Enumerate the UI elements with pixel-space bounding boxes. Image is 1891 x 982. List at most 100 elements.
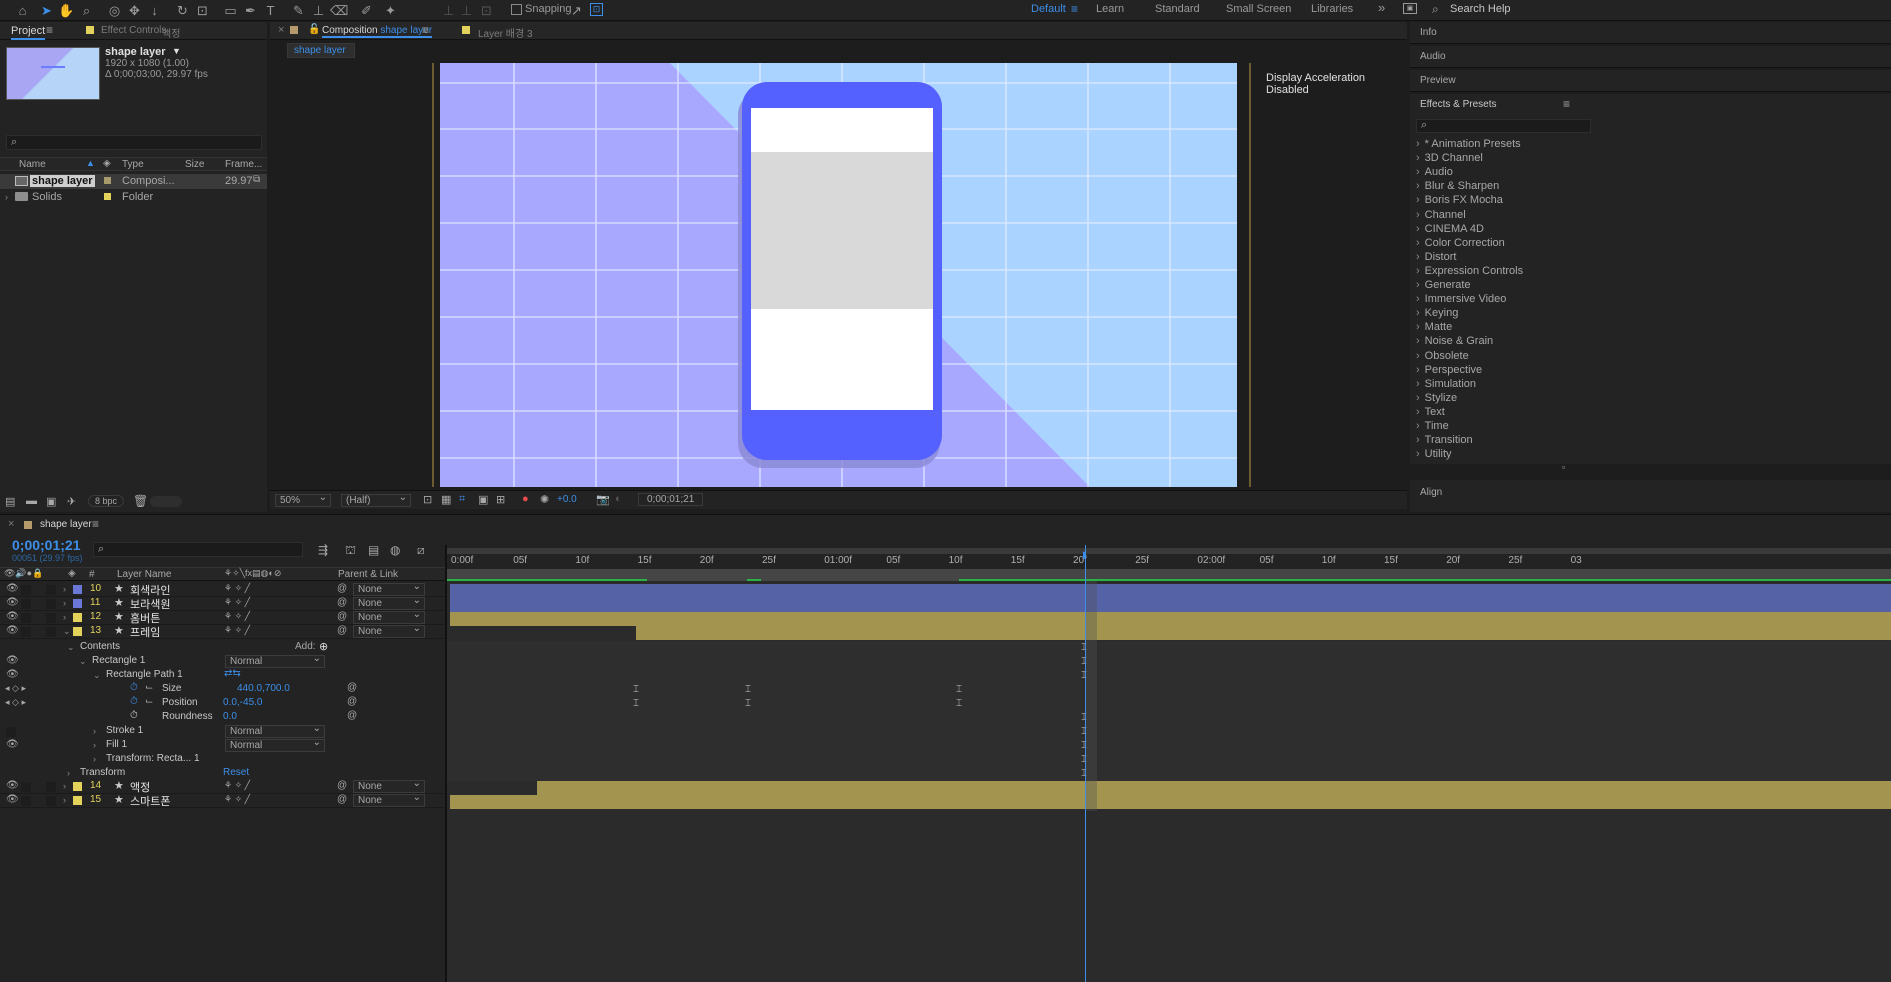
property-value[interactable]: 440.0,700.0	[237, 683, 290, 694]
expression-pickwhip-icon[interactable]: @	[347, 696, 357, 707]
position-keyframe[interactable]: ⌶	[633, 698, 641, 709]
audio-toggle[interactable]	[21, 796, 31, 806]
expand-icon[interactable]: ›	[5, 192, 8, 202]
info-panel[interactable]: Info	[1410, 22, 1891, 44]
anchor-tool-icon[interactable]: ⊡	[194, 2, 211, 19]
tab-project[interactable]: Project	[11, 25, 46, 40]
timeline-search-input[interactable]: ⌕	[93, 542, 303, 557]
search-help-input[interactable]: Search Help	[1450, 3, 1511, 15]
effect-category[interactable]: › * Animation Presets	[1416, 138, 1886, 152]
project-item-row[interactable]: › Solids Folder	[0, 190, 267, 205]
hide-shy-icon[interactable]: ▤	[368, 543, 379, 557]
audio-toggle[interactable]	[21, 782, 31, 792]
col-type[interactable]: Type	[122, 159, 144, 170]
fast-previews-icon[interactable]: ⊡	[423, 493, 432, 506]
lock-toggle[interactable]	[46, 627, 56, 637]
expand-layer-icon[interactable]: ⌄	[63, 626, 71, 637]
effect-category[interactable]: › Color Correction	[1416, 237, 1886, 251]
lock-toggle[interactable]	[46, 585, 56, 595]
parent-dropdown[interactable]: None	[353, 792, 425, 807]
puppet-tool-icon[interactable]: ✦	[382, 2, 399, 19]
eye-icon[interactable]: 👁	[6, 780, 19, 791]
effect-category[interactable]: › Time	[1416, 420, 1886, 434]
effect-category[interactable]: › Blur & Sharpen	[1416, 180, 1886, 194]
property-row[interactable]: › Stroke 1 Normal	[0, 723, 445, 739]
home-icon[interactable]: ⌂	[14, 2, 31, 19]
pickwhip-icon[interactable]: @	[337, 780, 347, 791]
layer-switch-icons[interactable]: ⚘ ✧ ╱	[224, 597, 250, 608]
stopwatch-icon[interactable]: ⏱	[130, 696, 138, 707]
expand-layer-icon[interactable]: ›	[63, 584, 66, 594]
layer-name[interactable]: 프레임	[130, 624, 160, 640]
effect-category[interactable]: › Audio	[1416, 166, 1886, 180]
rectangle-tool-icon[interactable]: ▭	[222, 2, 239, 19]
expand-property-icon[interactable]: ›	[93, 754, 96, 764]
col-size[interactable]: Size	[185, 159, 204, 170]
snap-options-icon[interactable]: ↗	[568, 2, 585, 19]
parent-dropdown[interactable]: None	[353, 623, 425, 638]
expand-property-icon[interactable]: ›	[93, 726, 96, 736]
region-of-interest-icon[interactable]: ▣	[478, 493, 488, 506]
exposure-reset-icon[interactable]: ✺	[540, 493, 549, 506]
tab-composition[interactable]: Composition shape layer	[322, 25, 433, 38]
layer-row[interactable]: 👁 › 10 ★ 회색라인 ⚘ ✧ ╱ @ None	[0, 581, 445, 597]
roto-tool-icon[interactable]: ✐	[358, 2, 375, 19]
comp-menu-icon[interactable]: ≡	[422, 23, 429, 37]
col-parent-link[interactable]: Parent & Link	[338, 569, 398, 580]
layer-row[interactable]: 👁 › 11 ★ 보라색원 ⚘ ✧ ╱ @ None	[0, 595, 445, 611]
current-time-display[interactable]: 0;00;01;21	[638, 493, 704, 506]
snapping-checkbox[interactable]	[511, 4, 522, 15]
time-ruler[interactable]: 0:00f 05f 10f 15f 20f 25f 01:00f 05f 10f 15f 20f 25…	[447, 545, 1891, 581]
timeline-divider[interactable]	[445, 545, 447, 982]
layer-label-color[interactable]	[73, 627, 82, 636]
av-switches-icon[interactable]: 👁🔊●🔒	[4, 568, 43, 579]
lock-toggle[interactable]	[46, 796, 56, 806]
layer-switches-icon[interactable]: ⚘✧╲fx▤◍◐⊘	[224, 568, 281, 579]
stopwatch-icon[interactable]: ⏱	[130, 710, 138, 721]
show-snapshot-icon[interactable]: ◐	[615, 493, 622, 505]
effect-category[interactable]: › Perspective	[1416, 364, 1886, 378]
timeline-menu-icon[interactable]: ≡	[92, 517, 99, 531]
workspace-menu-icon[interactable]: ≡	[1071, 2, 1078, 16]
effect-category[interactable]: › 3D Channel	[1416, 152, 1886, 166]
align-panel[interactable]: Align	[1410, 480, 1891, 512]
workspace-libraries[interactable]: Libraries	[1311, 3, 1353, 15]
property-row[interactable]: 👁 › Fill 1 Normal	[0, 737, 445, 753]
eye-icon[interactable]: 👁	[6, 794, 19, 805]
effect-category[interactable]: › Stylize	[1416, 392, 1886, 406]
clone-tool-icon[interactable]: ⊥	[310, 2, 327, 19]
resolution-dropdown[interactable]: (Half)	[341, 492, 411, 507]
brush-tool-icon[interactable]: ✎	[290, 2, 307, 19]
hand-tool-icon[interactable]: ✋	[58, 2, 75, 19]
flowchart-icon[interactable]: ⧉	[253, 174, 260, 185]
project-menu-icon[interactable]: ≡	[46, 23, 53, 37]
size-keyframe[interactable]: ⌶	[956, 684, 964, 695]
graph-icon[interactable]: ⌙	[145, 696, 153, 707]
col-layer-number[interactable]: #	[89, 569, 95, 580]
selection-tool-icon[interactable]: ➤	[38, 2, 55, 19]
position-keyframe[interactable]: ⌶	[956, 698, 964, 709]
audio-toggle[interactable]	[21, 599, 31, 609]
property-row[interactable]: 👁 ⌄ Rectangle Path 1 ⇄⇆	[0, 668, 445, 683]
timeline-tab[interactable]: shape layer	[40, 519, 92, 530]
workspace-learn[interactable]: Learn	[1096, 3, 1124, 15]
comp-mini-flowchart-icon[interactable]: ⇶	[318, 543, 328, 557]
new-folder-icon[interactable]: ▬	[26, 495, 37, 507]
expand-property-icon[interactable]: ⌄	[67, 642, 75, 653]
effect-category[interactable]: › Obsolete	[1416, 350, 1886, 364]
layer-label-color[interactable]	[73, 599, 82, 608]
track-bar-11[interactable]	[450, 598, 1891, 612]
col-name[interactable]: Name	[19, 159, 46, 170]
keyframe-navigator[interactable]: ◂ ◇ ▸	[5, 697, 26, 708]
eye-icon[interactable]: 👁	[6, 625, 19, 636]
pickwhip-icon[interactable]: @	[337, 583, 347, 594]
workspace-switch-icon[interactable]: ▣	[1403, 3, 1417, 14]
playhead-handle-icon[interactable]: ⬇	[1080, 551, 1088, 562]
lock-icon[interactable]: 🔓	[308, 24, 320, 35]
effect-category[interactable]: › Simulation	[1416, 378, 1886, 392]
world-axis-icon[interactable]: ⊥	[458, 2, 475, 19]
interpret-footage-icon[interactable]: ▤	[5, 495, 15, 508]
expand-property-icon[interactable]: ⌄	[79, 656, 87, 667]
preview-panel[interactable]: Preview	[1410, 70, 1891, 92]
new-comp-icon[interactable]: ▣	[46, 495, 56, 508]
